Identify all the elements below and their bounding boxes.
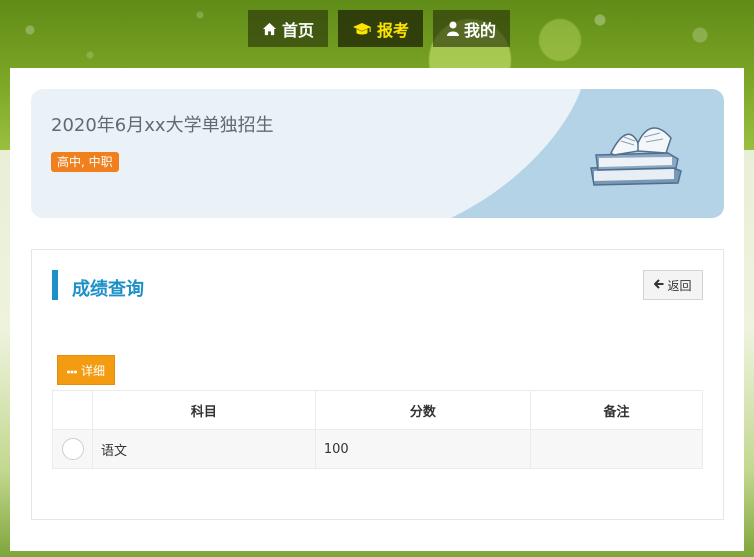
nav-mine-label: 我的 [464,20,497,40]
column-header-score: 分数 [314,390,532,430]
books-icon [586,113,686,192]
panel-title: 成绩查询 [72,279,144,300]
select-column-header [52,390,93,430]
cell-remark [530,429,703,469]
column-header-subject: 科目 [92,390,316,430]
back-button[interactable]: 返回 [643,270,703,300]
exam-banner: 2020年6月xx大学单独招生 高中, 中职 [31,89,724,218]
cell-score: 100 [314,429,532,469]
content-card: 2020年6月xx大学单独招生 高中, 中职 成绩查询 返回 详细 科目 分数 … [10,68,744,551]
cell-subject: 语文 [92,429,316,469]
nav-mine[interactable]: 我的 [433,10,511,47]
detail-button[interactable]: 详细 [57,355,115,385]
score-panel: 成绩查询 返回 详细 科目 分数 备注 语文 100 [31,249,724,520]
score-table: 科目 分数 备注 语文 100 [52,390,703,469]
title-accent-bar [52,270,58,300]
user-icon [447,21,460,36]
table-row[interactable]: 语文 100 [52,429,703,469]
nav-apply-label: 报考 [377,20,410,40]
row-radio[interactable] [61,438,84,460]
home-icon [262,22,277,36]
nav-apply[interactable]: 报考 [338,10,424,47]
back-button-label: 返回 [667,278,692,293]
detail-button-label: 详细 [80,363,105,378]
row-select-cell [52,429,93,469]
column-header-remark: 备注 [530,390,703,430]
nav-home-label: 首页 [282,20,315,40]
arrow-left-icon [654,278,664,292]
graduation-cap-icon [352,22,372,36]
ellipsis-icon [66,363,77,377]
table-header-row: 科目 分数 备注 [52,390,703,430]
banner-title: 2020年6月xx大学单独招生 [51,115,274,136]
level-tag: 高中, 中职 [51,152,119,172]
nav-home[interactable]: 首页 [248,10,329,47]
top-nav: 首页 报考 我的 [248,10,511,47]
